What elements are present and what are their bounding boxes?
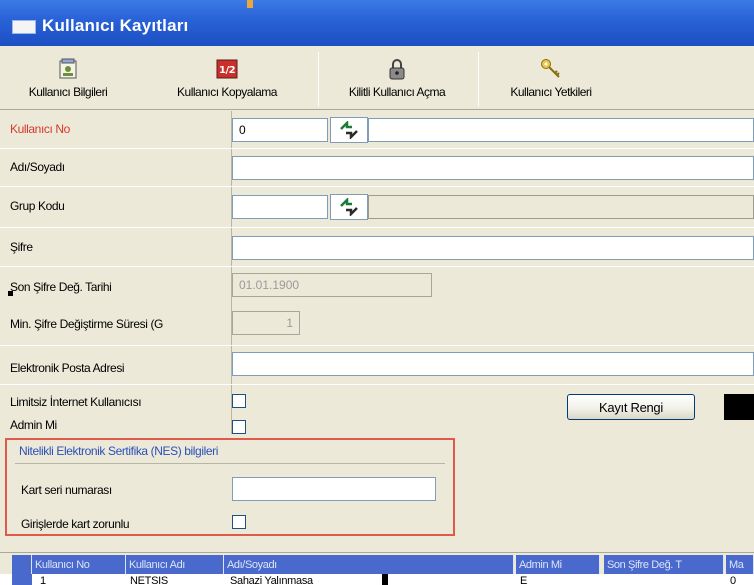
sifre-input[interactable] (232, 236, 754, 260)
grid-col-kullanici-no[interactable]: Kullanıcı No (32, 555, 126, 575)
kayit-rengi-button[interactable]: Kayıt Rengi (567, 394, 695, 420)
row-indicator (12, 574, 32, 585)
grid-cell-adi-soyadi: Sahazi Yalınmasa (230, 575, 313, 585)
user-form: Kullanıcı No 0 Adı/Soyadı Grup Kodu Şifr… (0, 111, 754, 541)
cursor-marker (382, 574, 388, 585)
window-title-bar[interactable]: Kullanıcı Kayıtları (0, 0, 754, 46)
user-permissions-button[interactable]: Kullanıcı Yetkileri (486, 46, 616, 110)
eposta-label: Elektronik Posta Adresi (10, 361, 125, 375)
kullanici-no-label: Kullanıcı No (10, 122, 70, 136)
grid-header: Kullanıcı No Kullanıcı Adı Adı/Soyadı Ad… (0, 552, 754, 575)
grup-kodu-description (368, 195, 754, 219)
copy-user-label: Kullanıcı Kopyalama (177, 84, 277, 99)
row-divider (0, 266, 754, 267)
grid-col-son-sifre[interactable]: Son Şifre Değ. T (604, 555, 724, 575)
section-divider (0, 345, 754, 346)
son-sifre-input: 01.01.1900 (232, 273, 432, 297)
grid-col-ma[interactable]: Ma (726, 555, 754, 575)
grid-cell-ma: 0 (730, 575, 736, 585)
grid-cell-adi: NETSIS (130, 575, 168, 585)
grid-header-indicator (12, 555, 32, 575)
girislerde-label: Girişlerde kart zorunlu (21, 517, 130, 531)
grid-cell-admin: E (520, 575, 528, 585)
grup-kodu-lookup-button[interactable] (330, 194, 368, 220)
user-info-icon (58, 58, 78, 80)
min-sifre-value: 1 (286, 316, 293, 330)
section-divider (0, 227, 754, 228)
kullanici-no-input[interactable]: 0 (232, 118, 328, 142)
user-info-button[interactable]: Kullanıcı Bilgileri (6, 46, 130, 110)
lock-icon (388, 58, 406, 80)
grid-cell-no: 1 (40, 575, 46, 585)
son-sifre-label: Son Şifre Değ. Tarihi (10, 280, 112, 294)
limitsiz-label: Limitsiz İnternet Kullanıcısı (10, 395, 142, 409)
adi-soyadi-input[interactable] (232, 156, 754, 180)
sifre-label: Şifre (10, 240, 33, 254)
nes-divider (15, 463, 445, 464)
title-bar-marker (247, 0, 253, 8)
row-divider (0, 186, 754, 187)
grid-col-admin-mi[interactable]: Admin Mi (516, 555, 600, 575)
grid-col-adi-soyadi[interactable]: Adı/Soyadı (224, 555, 514, 575)
toolbar-separator (318, 52, 319, 106)
unlock-user-label: Kilitli Kullanıcı Açma (348, 84, 446, 99)
window-icon (12, 20, 36, 34)
grup-kodu-label: Grup Kodu (10, 199, 65, 213)
lookup-icon (340, 198, 358, 216)
kullanici-no-lookup-button[interactable] (330, 117, 368, 143)
kullanici-no-value: 0 (239, 123, 246, 137)
kayit-rengi-swatch[interactable] (724, 394, 754, 420)
lookup-icon (340, 121, 358, 139)
table-row[interactable]: 1 NETSIS Sahazi Yalınmasa E 0 (0, 574, 754, 585)
kart-seri-label: Kart seri numarası (21, 483, 112, 497)
toolbar-separator (478, 52, 479, 106)
unlock-user-button[interactable]: Kilitli Kullanıcı Açma (322, 46, 472, 110)
grup-kodu-input[interactable] (232, 195, 328, 219)
admin-checkbox[interactable] (232, 420, 246, 434)
row-divider (0, 384, 754, 385)
limitsiz-checkbox[interactable] (232, 394, 246, 408)
copy-user-button[interactable]: 1/2 Kullanıcı Kopyalama (160, 46, 294, 110)
window-title: Kullanıcı Kayıtları (42, 16, 189, 35)
toolbar: Kullanıcı Bilgileri 1/2 Kullanıcı Kopyal… (0, 46, 754, 110)
user-info-label: Kullanıcı Bilgileri (28, 84, 108, 99)
eposta-input[interactable] (232, 352, 754, 376)
min-sifre-input: 1 (232, 311, 300, 335)
kayit-rengi-label: Kayıt Rengi (599, 399, 663, 415)
admin-label: Admin Mi (10, 418, 57, 432)
min-sifre-label: Min. Şifre Değiştirme Süresi (G (10, 317, 163, 331)
key-icon (540, 58, 562, 80)
son-sifre-value: 01.01.1900 (239, 278, 300, 292)
copy-user-icon: 1/2 (216, 58, 238, 80)
kart-seri-input[interactable] (232, 477, 436, 501)
kullanici-no-description[interactable] (368, 118, 754, 142)
row-divider (0, 148, 754, 149)
girislerde-checkbox[interactable] (232, 515, 246, 529)
adi-soyadi-label: Adı/Soyadı (10, 160, 65, 174)
user-permissions-label: Kullanıcı Yetkileri (510, 84, 592, 99)
svg-text:1/2: 1/2 (219, 65, 236, 76)
grid-col-kullanici-adi[interactable]: Kullanıcı Adı (126, 555, 224, 575)
nes-title: Nitelikli Elektronik Sertifika (NES) bil… (19, 444, 218, 458)
nes-group-box: Nitelikli Elektronik Sertifika (NES) bil… (5, 438, 455, 536)
